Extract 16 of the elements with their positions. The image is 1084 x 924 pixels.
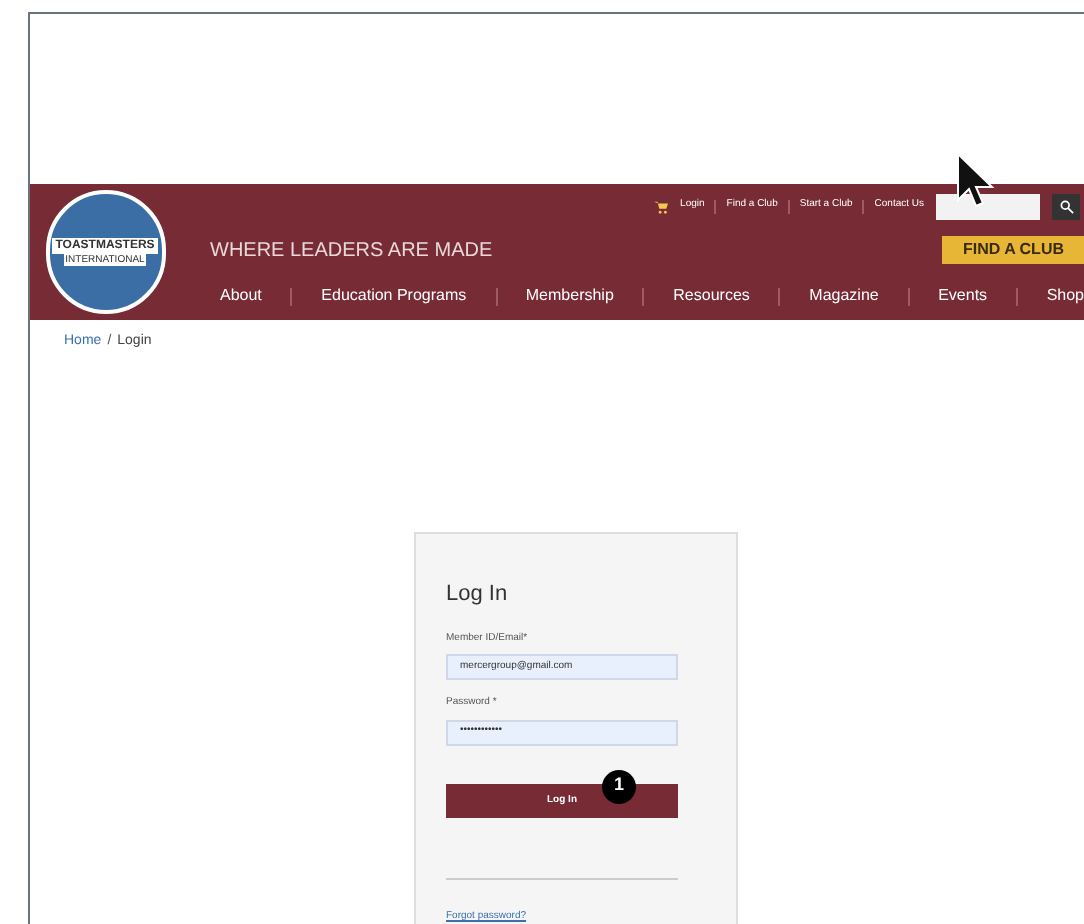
search-icon bbox=[1059, 199, 1073, 213]
nav-link[interactable]: Magazine bbox=[809, 284, 879, 308]
mouse-cursor-icon bbox=[956, 152, 996, 212]
search-button[interactable] bbox=[1052, 193, 1080, 219]
nav-link[interactable]: Events bbox=[938, 284, 988, 308]
tagline: WHERE LEADERS ARE MADE bbox=[210, 237, 493, 265]
nav-link[interactable]: Shop bbox=[1046, 284, 1084, 308]
nav-link[interactable]: Membership bbox=[525, 284, 614, 308]
cart-icon[interactable] bbox=[654, 199, 669, 213]
nav-link[interactable]: Resources bbox=[673, 284, 750, 308]
login-title: Log In bbox=[446, 580, 510, 610]
nav-link[interactable]: Education Programs bbox=[321, 284, 467, 308]
step-badge: 1 bbox=[602, 769, 636, 803]
find-a-club-button[interactable]: FIND A CLUB bbox=[942, 236, 1084, 264]
nav-link[interactable]: About bbox=[220, 284, 262, 308]
search-field[interactable] bbox=[936, 193, 1040, 219]
